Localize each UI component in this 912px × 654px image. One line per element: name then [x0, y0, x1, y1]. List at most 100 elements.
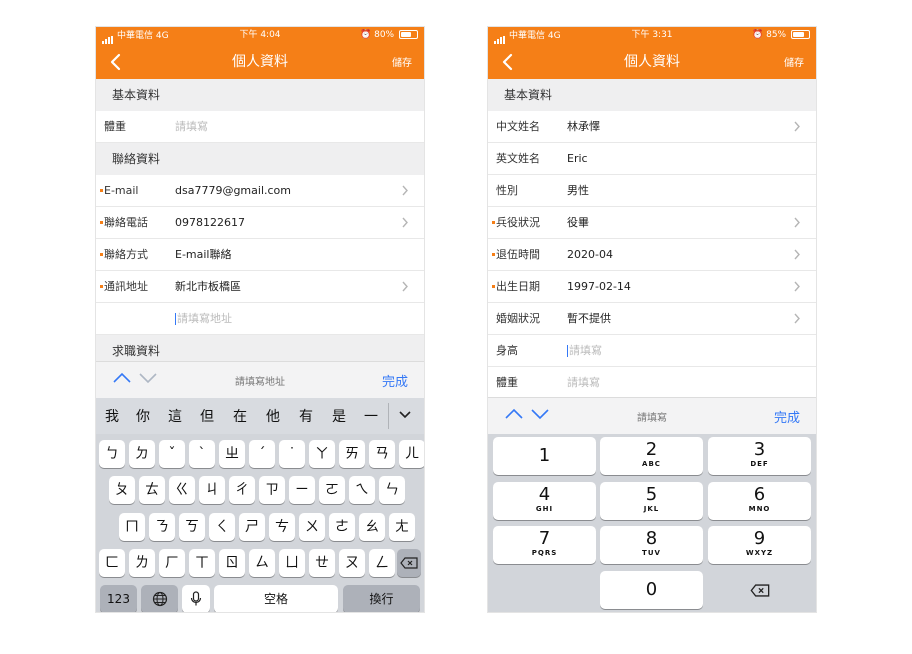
form-row[interactable]: 英文姓名 Eric [488, 143, 816, 175]
numpad-key[interactable]: 4 GHI [493, 482, 596, 520]
save-button[interactable]: 儲存 [392, 54, 412, 69]
delete-key[interactable] [397, 549, 421, 577]
key-row2[interactable]: ㄊ [139, 476, 165, 504]
form-row-address[interactable]: 通訊地址 新北市板橋區 [96, 271, 424, 303]
key-row1[interactable]: ㄅ [99, 440, 125, 468]
key-row4[interactable]: ㄡ [339, 549, 365, 577]
form-row-contact-method[interactable]: 聯絡方式 E-mail聯絡 [96, 239, 424, 271]
candidate[interactable]: 這 [168, 406, 182, 426]
key-row4[interactable]: ㄖ [219, 549, 245, 577]
key-row1[interactable]: ˋ [189, 440, 215, 468]
space-key[interactable]: 空格 [214, 585, 338, 612]
form-row-phone[interactable]: 聯絡電話 0978122617 [96, 207, 424, 239]
address-detail-input[interactable]: 請填寫地址 [175, 303, 232, 334]
key-row3[interactable]: ㄋ [149, 513, 175, 541]
form-row-email[interactable]: E-mail dsa7779@gmail.com [96, 175, 424, 207]
numpad-key[interactable]: 7 PQRS [493, 526, 596, 564]
row-label: 婚姻狀況 [496, 312, 540, 325]
key-row2[interactable]: ㄔ [229, 476, 255, 504]
form-row[interactable]: 身高 請填寫 [488, 335, 816, 367]
dictation-key[interactable] [182, 585, 210, 612]
candidate[interactable]: 是 [332, 406, 346, 426]
key-row1[interactable]: ㄞ [339, 440, 365, 468]
key-row3[interactable]: ㄕ [239, 513, 265, 541]
form-row[interactable]: 中文姓名 林承懌 [488, 111, 816, 143]
key-row2[interactable]: ㄛ [319, 476, 345, 504]
key-row2[interactable]: ㄆ [109, 476, 135, 504]
key-row4[interactable]: ㄒ [189, 549, 215, 577]
page-title: 個人資料 [232, 54, 288, 70]
key-row4[interactable]: ㄙ [249, 549, 275, 577]
form-row[interactable]: 退伍時間 2020-04 [488, 239, 816, 271]
key-row3[interactable]: ㄘ [269, 513, 295, 541]
numpad-key[interactable]: 3 DEF [708, 437, 811, 475]
key-row2[interactable]: ㄍ [169, 476, 195, 504]
key-row1[interactable]: ㄚ [309, 440, 335, 468]
key-row1[interactable]: ˙ [279, 440, 305, 468]
key-row2[interactable]: ㄣ [379, 476, 405, 504]
candidate[interactable]: 一 [364, 406, 378, 426]
candidate[interactable]: 你 [136, 406, 150, 426]
key-row4[interactable]: ㄈ [99, 549, 125, 577]
globe-key[interactable] [141, 585, 178, 612]
section-basic: 基本資料 [96, 79, 424, 111]
row-value: 男性 [567, 184, 589, 197]
row-label: 性別 [496, 184, 518, 197]
form-row[interactable]: 性別 男性 [488, 175, 816, 207]
key-row4[interactable]: ㄩ [279, 549, 305, 577]
candidate[interactable]: 他 [266, 406, 280, 426]
key-row3[interactable]: ㄎ [179, 513, 205, 541]
key-row1[interactable]: ㄉ [129, 440, 155, 468]
key-row3[interactable]: ㄇ [119, 513, 145, 541]
address-value: 新北市板橋區 [175, 280, 241, 293]
row-input[interactable]: 請填寫 [567, 367, 600, 397]
key-row4[interactable]: ㄏ [159, 549, 185, 577]
delete-key[interactable] [708, 571, 811, 609]
form-row[interactable]: 兵役狀況 役畢 [488, 207, 816, 239]
candidate[interactable]: 在 [233, 406, 247, 426]
accessory-hint: 請填寫地址 [235, 377, 285, 388]
key-row1[interactable]: ㄓ [219, 440, 245, 468]
numpad-key[interactable]: 8 TUV [600, 526, 703, 564]
candidate[interactable]: 我 [105, 406, 119, 426]
key-row1[interactable]: ㄢ [369, 440, 395, 468]
numpad-key[interactable]: 9 WXYZ [708, 526, 811, 564]
numbers-key[interactable]: 123 [100, 585, 137, 612]
key-row4[interactable]: ㄥ [369, 549, 395, 577]
numpad-key[interactable]: 2 ABC [600, 437, 703, 475]
key-row3[interactable]: ㄠ [359, 513, 385, 541]
weight-input[interactable]: 請填寫 [175, 111, 208, 142]
candidate[interactable]: 有 [299, 406, 313, 426]
key-row3[interactable]: ㄜ [329, 513, 355, 541]
key-row3[interactable]: ㄨ [299, 513, 325, 541]
form-row[interactable]: 出生日期 1997-02-14 [488, 271, 816, 303]
chevron-right-icon [402, 217, 408, 228]
numpad-key[interactable]: 6 MNO [708, 482, 811, 520]
numpad-key[interactable]: 1 [493, 437, 596, 475]
key-row2[interactable]: ㄐ [199, 476, 225, 504]
key-row2[interactable]: ㄗ [259, 476, 285, 504]
numpad-key[interactable]: 0 [600, 571, 703, 609]
numpad-key[interactable]: 5 JKL [600, 482, 703, 520]
key-row1[interactable]: ˇ [159, 440, 185, 468]
key-row1[interactable]: ㄦ [399, 440, 424, 468]
key-row4[interactable]: ㄝ [309, 549, 335, 577]
key-row3[interactable]: ㄤ [389, 513, 415, 541]
done-button[interactable]: 完成 [382, 371, 408, 390]
form-row[interactable]: 婚姻狀況 暫不提供 [488, 303, 816, 335]
form-row[interactable]: 體重 請填寫 [488, 367, 816, 397]
key-row1[interactable]: ˊ [249, 440, 275, 468]
save-button[interactable]: 儲存 [784, 54, 804, 69]
row-input[interactable]: 請填寫 [567, 335, 602, 366]
numpad-letters: WXYZ [745, 549, 774, 557]
return-key[interactable]: 換行 [343, 585, 420, 612]
key-row2[interactable]: ㄟ [349, 476, 375, 504]
form-row-weight[interactable]: 體重 請填寫 [96, 111, 424, 143]
key-row4[interactable]: ㄌ [129, 549, 155, 577]
key-row2[interactable]: ㄧ [289, 476, 315, 504]
candidate[interactable]: 但 [200, 406, 214, 426]
form-row-address-detail[interactable]: 請填寫地址 [96, 303, 424, 335]
expand-candidates-icon[interactable] [398, 410, 412, 420]
done-button[interactable]: 完成 [774, 407, 800, 426]
key-row3[interactable]: ㄑ [209, 513, 235, 541]
